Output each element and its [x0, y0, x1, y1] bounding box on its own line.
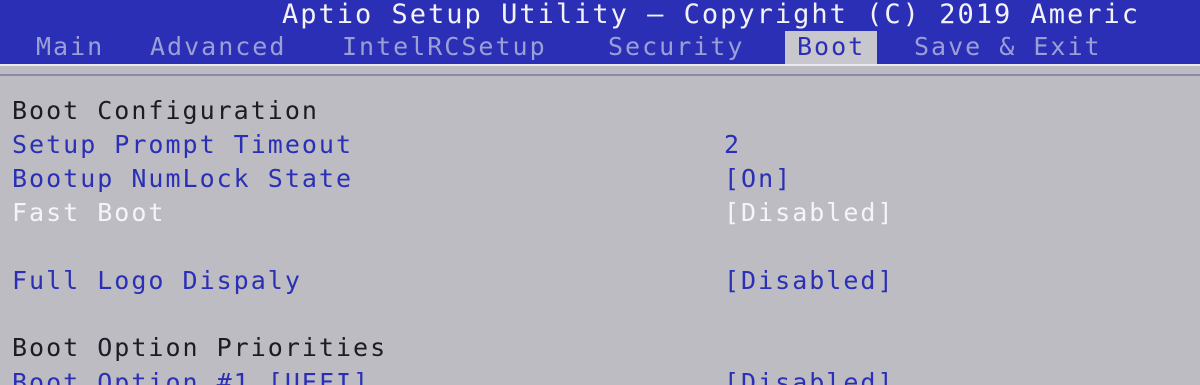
- tab-advanced[interactable]: Advanced: [150, 31, 286, 64]
- setup-prompt-timeout-option[interactable]: Setup Prompt Timeout: [12, 130, 353, 162]
- full-logo-display-option[interactable]: Full Logo Dispaly: [12, 266, 302, 298]
- setup-prompt-timeout-value[interactable]: 2: [724, 130, 741, 162]
- bios-header: Aptio Setup Utility – Copyright (C) 2019…: [0, 0, 1200, 66]
- boot-option-1[interactable]: Boot Option #1 [UEFI]: [12, 368, 370, 385]
- boot-configuration-heading: Boot Configuration: [12, 96, 319, 125]
- fast-boot-option[interactable]: Fast Boot: [12, 198, 165, 230]
- boot-option-priorities-heading: Boot Option Priorities: [12, 333, 388, 362]
- fast-boot-value[interactable]: [Disabled]: [724, 198, 895, 230]
- bootup-numlock-option[interactable]: Bootup NumLock State: [12, 164, 353, 196]
- tab-boot[interactable]: Boot: [785, 31, 878, 64]
- full-logo-display-value[interactable]: [Disabled]: [724, 266, 895, 298]
- utility-title: Aptio Setup Utility – Copyright (C) 2019…: [282, 0, 1141, 30]
- tab-security[interactable]: Security: [608, 31, 744, 64]
- tab-save-exit[interactable]: Save & Exit: [914, 31, 1102, 64]
- tab-intelrcsetup[interactable]: IntelRCSetup: [342, 31, 547, 64]
- tab-bar: Main Advanced IntelRCSetup Security Boot…: [0, 31, 1200, 64]
- boot-settings-panel: Boot Configuration Setup Prompt Timeout …: [0, 66, 1200, 385]
- bootup-numlock-value[interactable]: [On]: [724, 164, 792, 196]
- tab-main[interactable]: Main: [36, 31, 104, 64]
- boot-option-1-value[interactable]: [Disabled]: [724, 368, 895, 385]
